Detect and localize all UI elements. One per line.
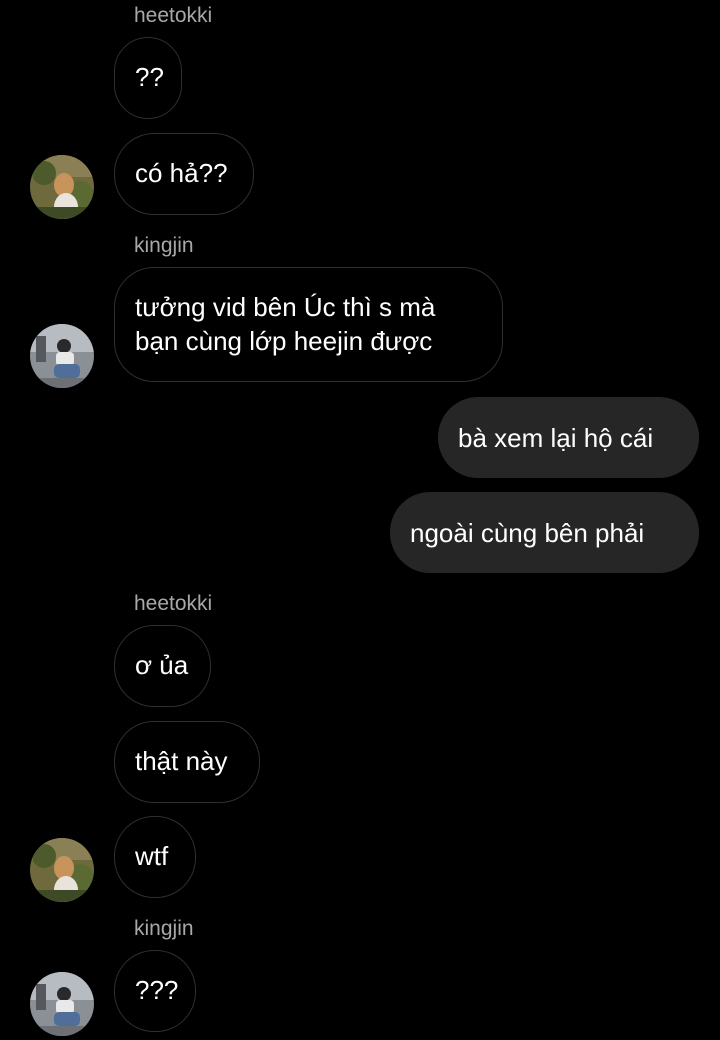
- message-text: ??: [135, 62, 164, 92]
- sender-label-kingjin: kingjin: [134, 234, 194, 257]
- message-text: thật này: [135, 746, 228, 776]
- message-text-line-1: tưởng vid bên Úc thì s mà: [135, 292, 436, 322]
- sender-label-heetokki: heetokki: [134, 4, 213, 27]
- message-bubble-incoming[interactable]: thật này: [114, 721, 260, 803]
- message-bubble-outgoing[interactable]: ngoài cùng bên phải: [390, 492, 699, 573]
- avatar-heetokki[interactable]: [30, 155, 94, 219]
- message-bubble-incoming[interactable]: ???: [114, 950, 196, 1032]
- avatar-kingjin[interactable]: [30, 324, 94, 388]
- message-text: ???: [135, 975, 179, 1005]
- message-bubble-incoming[interactable]: ơ ủa: [114, 625, 211, 707]
- message-text: có hả??: [135, 158, 228, 188]
- sender-label-kingjin: kingjin: [134, 917, 194, 940]
- message-bubble-incoming[interactable]: có hả??: [114, 133, 254, 215]
- message-bubble-incoming[interactable]: ??: [114, 37, 182, 119]
- message-bubble-incoming[interactable]: wtf: [114, 816, 196, 898]
- message-text: bà xem lại hộ cái: [458, 423, 654, 453]
- message-bubble-incoming[interactable]: tưởng vid bên Úc thì s mà bạn cùng lớp h…: [114, 267, 503, 382]
- message-text-line-2: bạn cùng lớp heejin được: [135, 326, 433, 356]
- avatar-kingjin[interactable]: [30, 972, 94, 1036]
- message-text: wtf: [135, 841, 169, 871]
- message-text: ơ ủa: [135, 650, 189, 680]
- message-text: ngoài cùng bên phải: [410, 518, 645, 548]
- message-bubble-outgoing[interactable]: bà xem lại hộ cái: [438, 397, 699, 478]
- sender-label-heetokki: heetokki: [134, 592, 213, 615]
- avatar-heetokki[interactable]: [30, 838, 94, 902]
